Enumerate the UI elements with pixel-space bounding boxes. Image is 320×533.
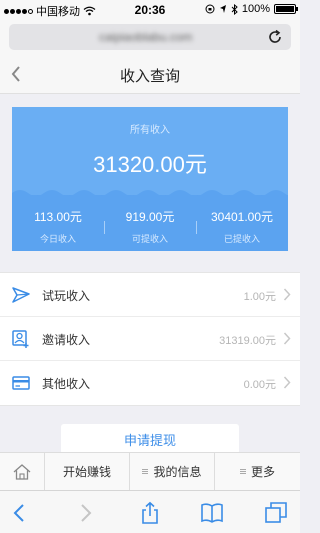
list-item-amount: 1.00元 [243, 291, 276, 303]
card-icon [12, 376, 30, 390]
chevron-right-icon [283, 376, 291, 389]
total-income-label: 所有收入 [130, 125, 170, 136]
tabs-icon[interactable] [264, 501, 288, 525]
browser-forward-icon[interactable] [73, 501, 97, 525]
nav-item-label: 开始赚钱 [62, 465, 111, 479]
bookmarks-icon[interactable] [200, 501, 224, 525]
nav-more[interactable]: 更多 [215, 453, 300, 490]
list-item-label: 其他收入 [42, 377, 91, 391]
orientation-lock-icon [205, 4, 215, 14]
chevron-right-icon [283, 332, 291, 345]
list-item-trial-income[interactable]: 试玩收入 1.00元 [0, 273, 300, 317]
stat-today: 113.00元 今日收入 [12, 208, 104, 245]
stat-withdrawable-label: 可提收入 [131, 234, 168, 244]
browser-toolbar [0, 490, 300, 533]
list-item-invite-income[interactable]: 邀请收入 31319.00元 [0, 317, 300, 361]
list-item-label: 试玩收入 [42, 289, 91, 303]
stat-withdrawable: 919.00元 可提收入 [104, 208, 196, 245]
share-icon[interactable] [138, 501, 162, 525]
stat-withdrawn: 30401.00元 已提收入 [196, 208, 288, 245]
reload-icon[interactable] [267, 29, 283, 45]
nav-bar: 收入查询 [0, 54, 300, 94]
chevron-right-icon [283, 288, 291, 301]
stat-today-value: 113.00元 [34, 210, 82, 224]
nav-item-label: 更多 [250, 465, 275, 479]
bluetooth-icon [231, 3, 238, 15]
address-bar[interactable]: caipiaoblabu.com [9, 24, 291, 50]
battery-percent: 100% [241, 3, 270, 15]
browser-address-area: caipiaoblabu.com [0, 20, 300, 54]
list-item-label: 邀请收入 [42, 333, 91, 347]
stat-today-label: 今日收入 [39, 234, 76, 244]
list-item-other-income[interactable]: 其他收入 0.00元 [0, 361, 300, 405]
url-text: caipiaoblabu.com [99, 30, 193, 44]
income-summary-card: 所有收入 31320.00元 113.00元 今日收入 919.00元 可提收入… [12, 107, 288, 251]
income-list: 试玩收入 1.00元 邀请收入 31319.00元 其他收入 0.00元 [0, 272, 300, 406]
total-income-value: 31320.00元 [93, 152, 207, 177]
nav-item-label: 我的信息 [153, 465, 202, 479]
withdraw-button[interactable]: 申请提现 [61, 424, 239, 454]
menu-bars-icon [142, 469, 149, 474]
status-bar: 中国移动 20:36 100% [0, 0, 300, 20]
browser-back-icon[interactable] [8, 501, 32, 525]
nav-my-info[interactable]: 我的信息 [130, 453, 215, 490]
wave-decoration [12, 190, 288, 203]
stat-withdrawn-label: 已提收入 [223, 234, 260, 244]
home-button[interactable] [0, 453, 45, 490]
status-right: 100% [205, 3, 298, 15]
menu-bars-icon [239, 469, 246, 474]
stat-withdrawable-value: 919.00元 [125, 210, 175, 224]
bottom-nav: 开始赚钱 我的信息 更多 [0, 452, 300, 490]
nav-start-earning[interactable]: 开始赚钱 [45, 453, 130, 490]
battery-icon [274, 4, 298, 14]
paper-plane-icon [12, 287, 30, 303]
home-icon [13, 463, 31, 480]
list-item-amount: 31319.00元 [219, 335, 276, 347]
location-icon [219, 5, 226, 13]
stat-withdrawn-value: 30401.00元 [210, 210, 274, 224]
page-title: 收入查询 [119, 68, 180, 85]
invite-user-icon [12, 330, 29, 348]
battery-level [276, 6, 294, 12]
list-item-amount: 0.00元 [243, 379, 276, 391]
